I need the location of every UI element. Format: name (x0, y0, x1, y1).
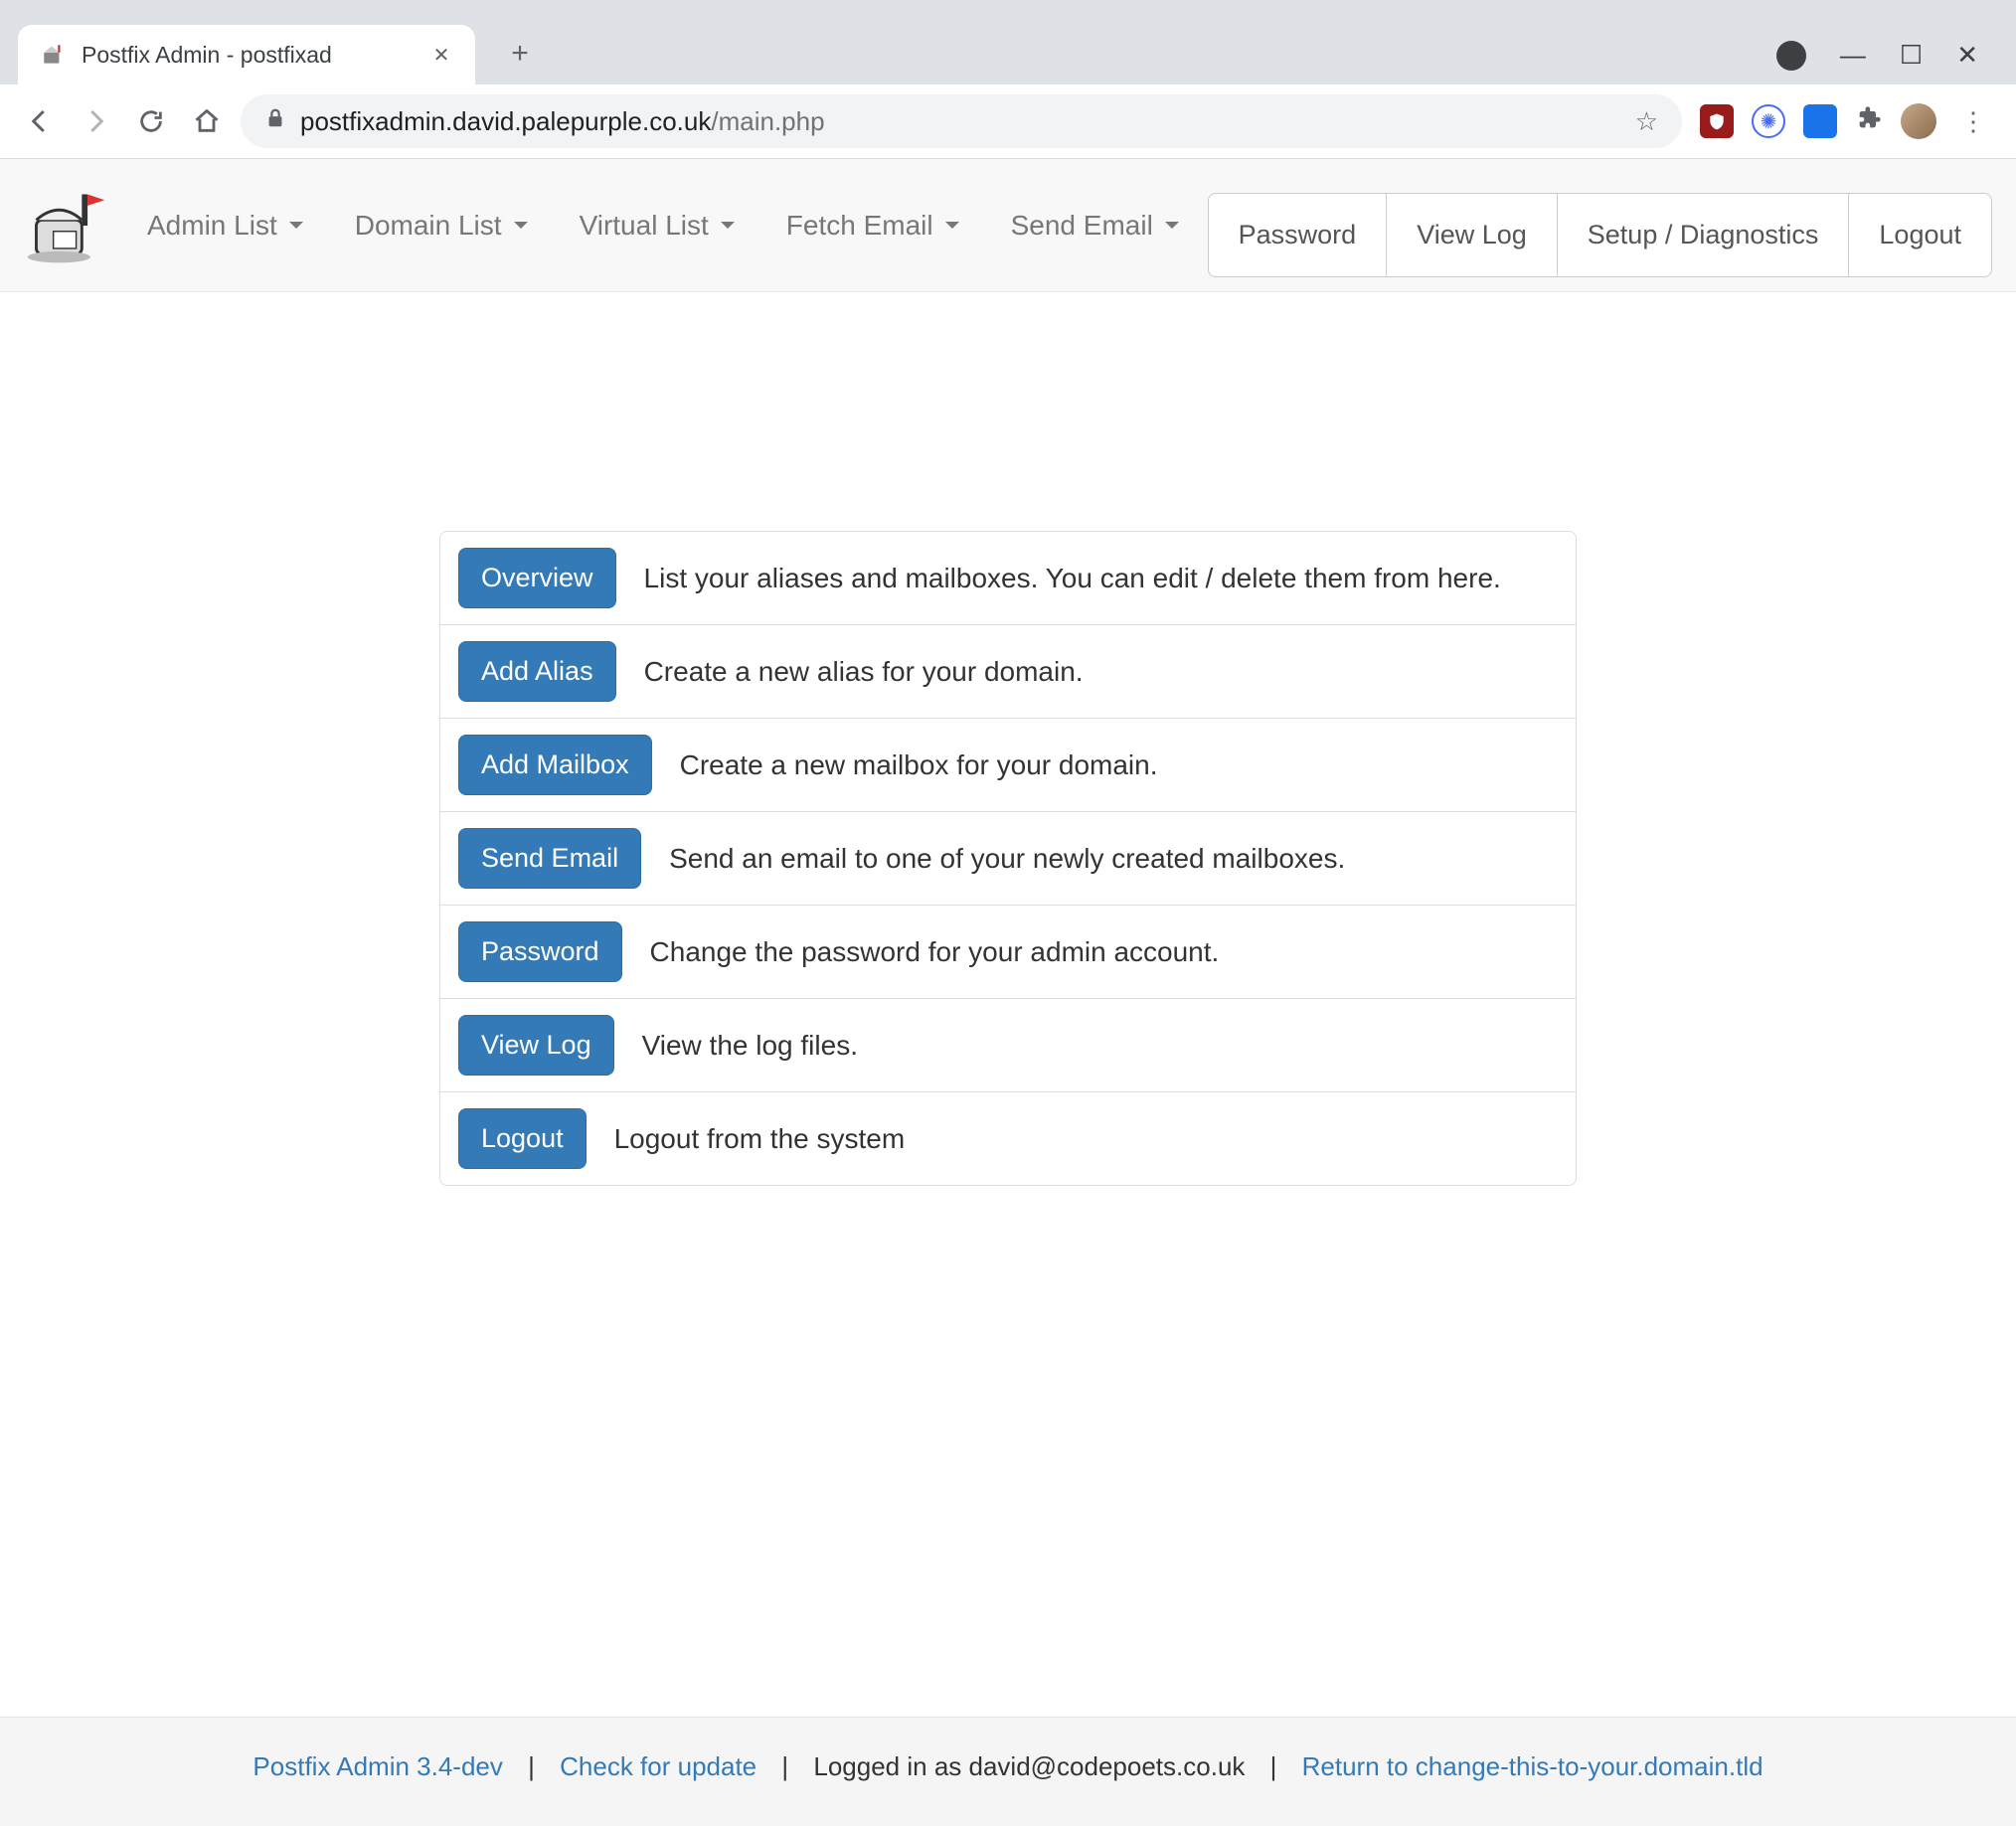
send-email-desc: Send an email to one of your newly creat… (669, 843, 1558, 875)
url-text: postfixadmin.david.palepurple.co.uk/main… (300, 106, 1621, 137)
panel-row-view-log: View Log View the log files. (440, 999, 1576, 1092)
url-host: postfixadmin.david.palepurple.co.uk (300, 106, 711, 136)
main-panel: Overview List your aliases and mailboxes… (439, 531, 1577, 1186)
view-log-button[interactable]: View Log (458, 1015, 614, 1076)
caret-icon (1165, 222, 1179, 229)
password-button[interactable]: Password (458, 921, 622, 982)
browser-tab[interactable]: Postfix Admin - postfixad ✕ (18, 25, 475, 84)
logout-button[interactable]: Logout (458, 1108, 587, 1169)
tab-title: Postfix Admin - postfixad (82, 42, 416, 69)
nav-label: Admin List (147, 210, 277, 242)
panel-row-send-email: Send Email Send an email to one of your … (440, 812, 1576, 906)
app-navbar: Admin List Domain List Virtual List Fetc… (0, 159, 2016, 292)
nav-fetch-email[interactable]: Fetch Email (770, 192, 975, 259)
overview-desc: List your aliases and mailboxes. You can… (644, 563, 1558, 594)
lock-icon (264, 107, 286, 135)
nav-virtual-list[interactable]: Virtual List (564, 192, 751, 259)
tab-close-icon[interactable]: ✕ (429, 43, 453, 68)
page-content: Admin List Domain List Virtual List Fetc… (0, 159, 2016, 1186)
footer-sep: | (1270, 1751, 1277, 1781)
caret-icon (721, 222, 735, 229)
caret-icon (289, 222, 303, 229)
url-bar[interactable]: postfixadmin.david.palepurple.co.uk/main… (241, 94, 1682, 148)
nav-admin-list[interactable]: Admin List (131, 192, 319, 259)
new-tab-button[interactable]: + (495, 29, 545, 79)
extensions-menu-icon[interactable] (1855, 104, 1883, 139)
nav-label: Fetch Email (786, 210, 933, 242)
tab-favicon (40, 41, 68, 69)
footer-sep: | (781, 1751, 788, 1781)
forward-button[interactable] (74, 99, 117, 143)
nav-domain-list[interactable]: Domain List (339, 192, 544, 259)
reload-button[interactable] (129, 99, 173, 143)
browser-toolbar: postfixadmin.david.palepurple.co.uk/main… (0, 84, 2016, 159)
home-button[interactable] (185, 99, 229, 143)
back-button[interactable] (18, 99, 62, 143)
send-email-button[interactable]: Send Email (458, 828, 641, 889)
panel-row-add-mailbox: Add Mailbox Create a new mailbox for you… (440, 719, 1576, 812)
caret-icon (514, 222, 528, 229)
nav-label: Send Email (1011, 210, 1153, 242)
url-path: /main.php (711, 106, 824, 136)
navbtn-view-log[interactable]: View Log (1386, 193, 1558, 277)
panel-row-add-alias: Add Alias Create a new alias for your do… (440, 625, 1576, 719)
nav-menu: Admin List Domain List Virtual List Fetc… (131, 192, 1195, 259)
footer-check-link[interactable]: Check for update (560, 1751, 756, 1781)
maximize-icon[interactable]: ☐ (1900, 40, 1923, 71)
bookmark-star-icon[interactable]: ☆ (1635, 106, 1658, 137)
profile-avatar[interactable] (1901, 103, 1936, 139)
overview-button[interactable]: Overview (458, 548, 616, 608)
account-indicator-icon[interactable]: ▾ (1776, 41, 1806, 71)
extension-icons: ✺ ⋮ (1694, 103, 1998, 139)
view-log-desc: View the log files. (642, 1030, 1558, 1062)
footer-return-link[interactable]: Return to change-this-to-your.domain.tld (1302, 1751, 1764, 1781)
logout-desc: Logout from the system (614, 1123, 1558, 1155)
footer: Postfix Admin 3.4-dev | Check for update… (0, 1717, 2016, 1826)
nav-label: Domain List (355, 210, 502, 242)
ublock-icon[interactable] (1700, 104, 1734, 138)
panel-row-password: Password Change the password for your ad… (440, 906, 1576, 999)
chrome-menu-icon[interactable]: ⋮ (1954, 106, 1992, 137)
navbtn-password[interactable]: Password (1208, 193, 1388, 277)
footer-logged-in: Logged in as david@codepoets.co.uk (813, 1751, 1245, 1781)
minimize-icon[interactable]: ― (1840, 40, 1866, 71)
nav-send-email[interactable]: Send Email (995, 192, 1195, 259)
navbtn-setup[interactable]: Setup / Diagnostics (1557, 193, 1850, 277)
add-alias-button[interactable]: Add Alias (458, 641, 616, 702)
add-alias-desc: Create a new alias for your domain. (644, 656, 1558, 688)
browser-chrome: Postfix Admin - postfixad ✕ + ▾ ― ☐ ✕ (0, 0, 2016, 159)
password-desc: Change the password for your admin accou… (650, 936, 1558, 968)
add-mailbox-button[interactable]: Add Mailbox (458, 735, 652, 795)
window-controls: ▾ ― ☐ ✕ (1776, 40, 1998, 84)
caret-icon (945, 222, 959, 229)
extension-circle-icon[interactable]: ✺ (1752, 104, 1785, 138)
close-window-icon[interactable]: ✕ (1956, 40, 1978, 71)
tab-strip: Postfix Admin - postfixad ✕ + ▾ ― ☐ ✕ (0, 0, 2016, 84)
app-logo[interactable] (24, 182, 111, 269)
navbar-right: Password View Log Setup / Diagnostics Lo… (1209, 159, 1992, 291)
footer-version-link[interactable]: Postfix Admin 3.4-dev (252, 1751, 502, 1781)
footer-sep: | (528, 1751, 535, 1781)
extension-blue-icon[interactable] (1803, 104, 1837, 138)
navbtn-logout[interactable]: Logout (1848, 193, 1992, 277)
nav-label: Virtual List (580, 210, 709, 242)
panel-row-overview: Overview List your aliases and mailboxes… (440, 532, 1576, 625)
panel-row-logout: Logout Logout from the system (440, 1092, 1576, 1185)
add-mailbox-desc: Create a new mailbox for your domain. (680, 749, 1558, 781)
